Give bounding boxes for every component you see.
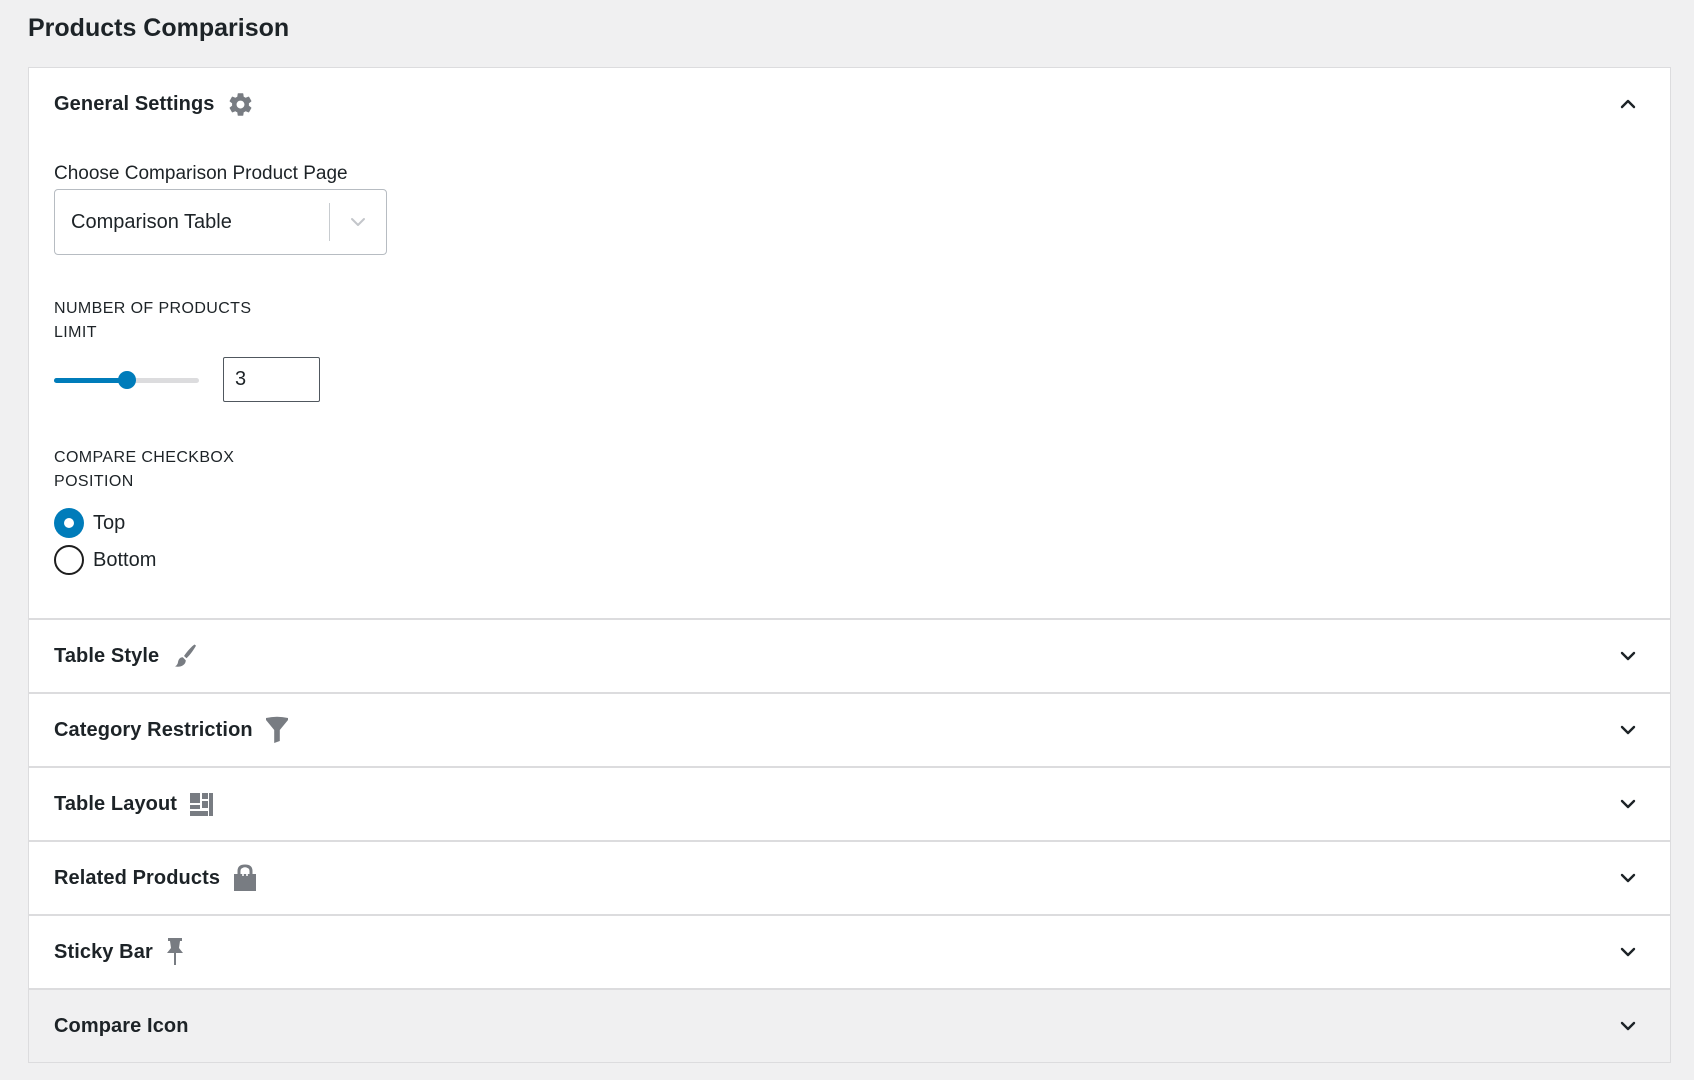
section-category-restriction: Category Restriction: [29, 692, 1670, 766]
radio-option-bottom[interactable]: Bottom: [54, 545, 1645, 575]
checkbox-position-field: COMPARE CHECKBOX POSITION Top Bottom: [54, 446, 1645, 575]
section-table-style: Table Style: [29, 618, 1670, 692]
section-general-settings: General Settings Choose Comparison Produ…: [29, 68, 1670, 618]
section-title: Category Restriction: [54, 718, 253, 741]
section-table-layout: Table Layout: [29, 766, 1670, 840]
comparison-page-select[interactable]: Comparison Table: [54, 189, 387, 255]
section-title: Table Style: [54, 644, 160, 667]
section-header-related-products[interactable]: Related Products: [29, 842, 1670, 914]
slider-fill: [54, 377, 127, 383]
general-settings-body: Choose Comparison Product Page Compariso…: [29, 140, 1670, 618]
section-header-compare-icon[interactable]: Compare Icon: [29, 990, 1670, 1062]
slider-handle[interactable]: [118, 370, 136, 389]
section-header-sticky-bar[interactable]: Sticky Bar: [29, 916, 1670, 988]
products-limit-field: NUMBER OF PRODUCTS LIMIT: [54, 297, 1645, 402]
section-header-table-style[interactable]: Table Style: [29, 620, 1670, 692]
radio-bottom[interactable]: [54, 545, 84, 575]
radio-top[interactable]: [54, 508, 84, 538]
products-limit-input[interactable]: [223, 357, 320, 402]
chevron-down-icon[interactable]: [1616, 866, 1640, 890]
layout-icon: [189, 792, 214, 817]
comparison-page-selected-value: Comparison Table: [71, 210, 232, 233]
checkbox-position-label: COMPARE CHECKBOX POSITION: [54, 449, 235, 490]
page-title: Products Comparison: [28, 14, 290, 42]
section-title: Sticky Bar: [54, 940, 153, 963]
radio-label-top: Top: [93, 511, 126, 534]
section-header-category-restriction[interactable]: Category Restriction: [29, 694, 1670, 766]
section-title: General Settings: [54, 92, 215, 115]
chevron-down-icon[interactable]: [1616, 644, 1640, 668]
chevron-down-icon[interactable]: [1616, 940, 1640, 964]
chevron-up-icon[interactable]: [1616, 92, 1640, 116]
section-sticky-bar: Sticky Bar: [29, 914, 1670, 988]
products-limit-label: NUMBER OF PRODUCTS LIMIT: [54, 300, 252, 341]
paintbrush-icon: [171, 643, 197, 669]
section-title: Related Products: [54, 866, 221, 889]
section-title: Table Layout: [54, 792, 178, 815]
gear-icon: [227, 91, 254, 118]
chevron-down-icon[interactable]: [330, 212, 386, 232]
radio-label-bottom: Bottom: [93, 548, 157, 571]
radio-option-top[interactable]: Top: [54, 508, 1645, 538]
section-header-general-settings[interactable]: General Settings: [29, 68, 1670, 140]
section-header-table-layout[interactable]: Table Layout: [29, 768, 1670, 840]
chevron-down-icon[interactable]: [1616, 1014, 1640, 1038]
section-title: Compare Icon: [54, 1014, 189, 1037]
filter-icon: [265, 716, 289, 744]
pin-icon: [165, 937, 185, 967]
section-related-products: Related Products: [29, 840, 1670, 914]
shopping-bag-icon: [232, 864, 258, 892]
chevron-down-icon[interactable]: [1616, 718, 1640, 742]
settings-panel: General Settings Choose Comparison Produ…: [28, 67, 1671, 1063]
checkbox-position-radio-group: Top Bottom: [54, 508, 1645, 575]
products-limit-slider[interactable]: [54, 370, 199, 390]
comparison-page-label: Choose Comparison Product Page: [54, 163, 348, 184]
section-compare-icon: Compare Icon: [29, 988, 1670, 1062]
chevron-down-icon[interactable]: [1616, 792, 1640, 816]
